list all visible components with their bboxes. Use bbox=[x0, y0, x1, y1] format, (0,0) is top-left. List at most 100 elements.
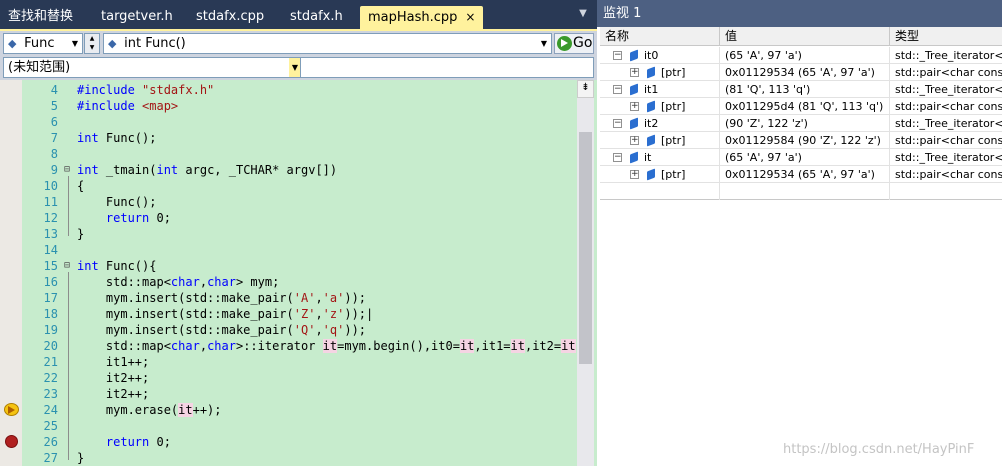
variable-icon bbox=[630, 151, 638, 164]
code-line[interactable]: return 0; bbox=[77, 210, 171, 226]
document-tab-bar: 查找和替换 targetver.h stdafx.cpp stdafx.h mapHas… bbox=[0, 0, 597, 29]
watch-name-cell: − it1 bbox=[600, 81, 720, 98]
line-number: 16 bbox=[43, 275, 58, 289]
code-line[interactable]: int _tmain(int argc, _TCHAR* argv[]) bbox=[77, 162, 337, 178]
line-number: 4 bbox=[50, 83, 58, 97]
collapse-icon[interactable]: − bbox=[613, 85, 622, 94]
split-handle-icon[interactable]: ⇟ bbox=[577, 80, 594, 98]
code-line[interactable]: int Func(){ bbox=[77, 258, 156, 274]
tab-list-dropdown-icon[interactable]: ▼ bbox=[577, 8, 589, 19]
watch-row[interactable]: + [ptr] 0x01129534 (65 'A', 97 'a') std::pa… bbox=[600, 166, 1002, 183]
member-combo[interactable]: ◆ int Func() ▼ bbox=[103, 33, 552, 54]
code-line[interactable]: mym.erase(it++); bbox=[77, 402, 222, 418]
code-line[interactable]: { bbox=[77, 178, 84, 194]
code-line[interactable]: return 0; bbox=[77, 434, 171, 450]
line-number: 6 bbox=[50, 115, 58, 129]
code-line[interactable]: it2++; bbox=[77, 370, 149, 386]
variable-icon bbox=[630, 83, 638, 96]
variable-icon bbox=[647, 168, 655, 181]
ide-window: 查找和替换 targetver.h stdafx.cpp stdafx.h mapHas… bbox=[0, 0, 1002, 466]
watch-row[interactable]: − it1 (81 'Q', 113 'q') std::_Tree_iterator… bbox=[600, 81, 1002, 98]
split-spinner[interactable]: ▲ ▼ bbox=[84, 33, 100, 54]
code-line[interactable]: int Func(); bbox=[77, 130, 156, 146]
watch-row[interactable]: + [ptr] 0x011295d4 (81 'Q', 113 'q') std::p… bbox=[600, 98, 1002, 115]
class-combo[interactable]: ◆ Func ▼ bbox=[3, 33, 83, 54]
watch-name-cell: − it0 bbox=[600, 47, 720, 64]
breakpoint-icon[interactable] bbox=[5, 435, 18, 448]
collapse-icon[interactable]: − bbox=[613, 51, 622, 60]
watch-name-cell: + [ptr] bbox=[600, 166, 720, 183]
watch-title: 监视 1 bbox=[597, 0, 1002, 27]
tab-1[interactable]: 查找和替换 bbox=[0, 6, 81, 28]
code-line[interactable]: it1++; bbox=[77, 354, 149, 370]
code-line[interactable]: Func(); bbox=[77, 194, 157, 210]
watch-value-cell[interactable]: 0x01129584 (90 'Z', 122 'z') bbox=[720, 132, 890, 149]
tab-4[interactable]: stdafx.h bbox=[282, 6, 351, 28]
scope-combo-secondary[interactable] bbox=[300, 57, 594, 78]
watch-new-entry-row[interactable] bbox=[600, 183, 1002, 200]
go-button[interactable]: Go bbox=[554, 33, 594, 54]
watch-name: [ptr] bbox=[661, 134, 686, 147]
code-line[interactable]: mym.insert(std::make_pair('Q','q')); bbox=[77, 322, 366, 338]
watch-row[interactable]: − it0 (65 'A', 97 'a') std::_Tree_iterator<… bbox=[600, 47, 1002, 64]
vertical-scrollbar[interactable]: ⇟ bbox=[577, 80, 594, 466]
tab-3[interactable]: stdafx.cpp bbox=[188, 6, 272, 28]
watch-row[interactable]: − it (65 'A', 97 'a') std::_Tree_iterator<s… bbox=[600, 149, 1002, 166]
column-header-type[interactable]: 类型 bbox=[890, 27, 1002, 46]
line-number: 23 bbox=[43, 387, 58, 401]
watch-value-cell[interactable]: (81 'Q', 113 'q') bbox=[720, 81, 890, 98]
code-view[interactable]: 4 5 6 7 8 9 10 11 12 13 14 15 16 17 18 19 20 21 22 23 24 25 26… bbox=[0, 80, 597, 466]
class-combo-value: Func bbox=[24, 36, 55, 51]
expand-icon[interactable]: + bbox=[630, 102, 639, 111]
collapse-icon[interactable]: − bbox=[613, 153, 622, 162]
code-line[interactable]: mym.insert(std::make_pair('A','a')); bbox=[77, 290, 366, 306]
watch-name: [ptr] bbox=[661, 168, 686, 181]
scope-combo[interactable]: (未知范围) ▼ bbox=[3, 57, 301, 78]
watch-value-cell[interactable]: 0x01129534 (65 'A', 97 'a') bbox=[720, 64, 890, 81]
watch-value-cell[interactable]: (65 'A', 97 'a') bbox=[720, 47, 890, 64]
current-statement-arrow-icon bbox=[4, 403, 19, 416]
watermark: https://blog.csdn.net/HayPinF bbox=[783, 442, 975, 457]
watch-row[interactable]: − it2 (90 'Z', 122 'z') std::_Tree_iterator… bbox=[600, 115, 1002, 132]
code-line[interactable]: #include "stdafx.h" bbox=[77, 82, 214, 98]
tab-5[interactable]: mapHash.cpp × bbox=[360, 6, 484, 29]
watch-value-cell[interactable]: 0x011295d4 (81 'Q', 113 'q') bbox=[720, 98, 890, 115]
column-header-value[interactable]: 值 bbox=[720, 27, 890, 46]
watch-name-cell: + [ptr] bbox=[600, 132, 720, 149]
code-line[interactable]: it2++; bbox=[77, 386, 149, 402]
tab-label: targetver.h bbox=[101, 9, 173, 24]
watch-value-cell[interactable]: (90 'Z', 122 'z') bbox=[720, 115, 890, 132]
watch-row[interactable]: + [ptr] 0x01129584 (90 'Z', 122 'z') std::p… bbox=[600, 132, 1002, 149]
tab-2[interactable]: targetver.h bbox=[93, 6, 181, 28]
watch-column-headers: 名称 值 类型 bbox=[600, 27, 1002, 46]
code-line[interactable]: mym.insert(std::make_pair('Z','z'));| bbox=[77, 306, 373, 322]
watch-row[interactable]: + [ptr] 0x01129534 (65 'A', 97 'a') std::pa… bbox=[600, 64, 1002, 81]
code-line[interactable]: std::map<char,char> mym; bbox=[77, 274, 279, 290]
code-line[interactable]: std::map<char,char>::iterator it=mym.beg… bbox=[77, 338, 583, 354]
code-line[interactable]: } bbox=[77, 450, 84, 466]
tab-label: stdafx.h bbox=[290, 9, 343, 24]
code-line[interactable]: #include <map> bbox=[77, 98, 178, 114]
variable-icon bbox=[630, 117, 638, 130]
watch-value-cell[interactable]: (65 'A', 97 'a') bbox=[720, 149, 890, 166]
expand-icon[interactable]: + bbox=[630, 68, 639, 77]
code-line[interactable]: } bbox=[77, 226, 84, 242]
line-number: 10 bbox=[43, 179, 58, 193]
breakpoint-gutter[interactable] bbox=[0, 80, 22, 466]
expand-icon[interactable]: + bbox=[630, 136, 639, 145]
watch-name-cell: + [ptr] bbox=[600, 64, 720, 81]
collapse-region-icon[interactable]: ⊟ bbox=[64, 162, 74, 178]
scrollbar-thumb[interactable] bbox=[579, 132, 592, 364]
watch-value-cell[interactable]: 0x01129534 (65 'A', 97 'a') bbox=[720, 166, 890, 183]
go-label: Go bbox=[573, 35, 593, 51]
expand-icon[interactable]: + bbox=[630, 170, 639, 179]
collapse-icon[interactable]: − bbox=[613, 119, 622, 128]
line-number: 21 bbox=[43, 355, 58, 369]
column-header-name[interactable]: 名称 bbox=[600, 27, 720, 46]
variable-icon bbox=[647, 100, 655, 113]
tab-label: stdafx.cpp bbox=[196, 9, 265, 24]
close-icon[interactable]: × bbox=[465, 10, 475, 24]
line-number: 18 bbox=[43, 307, 58, 321]
navigation-bar: ◆ Func ▼ ▲ ▼ ◆ int Func() ▼ Go bbox=[0, 29, 597, 56]
collapse-region-icon[interactable]: ⊟ bbox=[64, 258, 74, 274]
